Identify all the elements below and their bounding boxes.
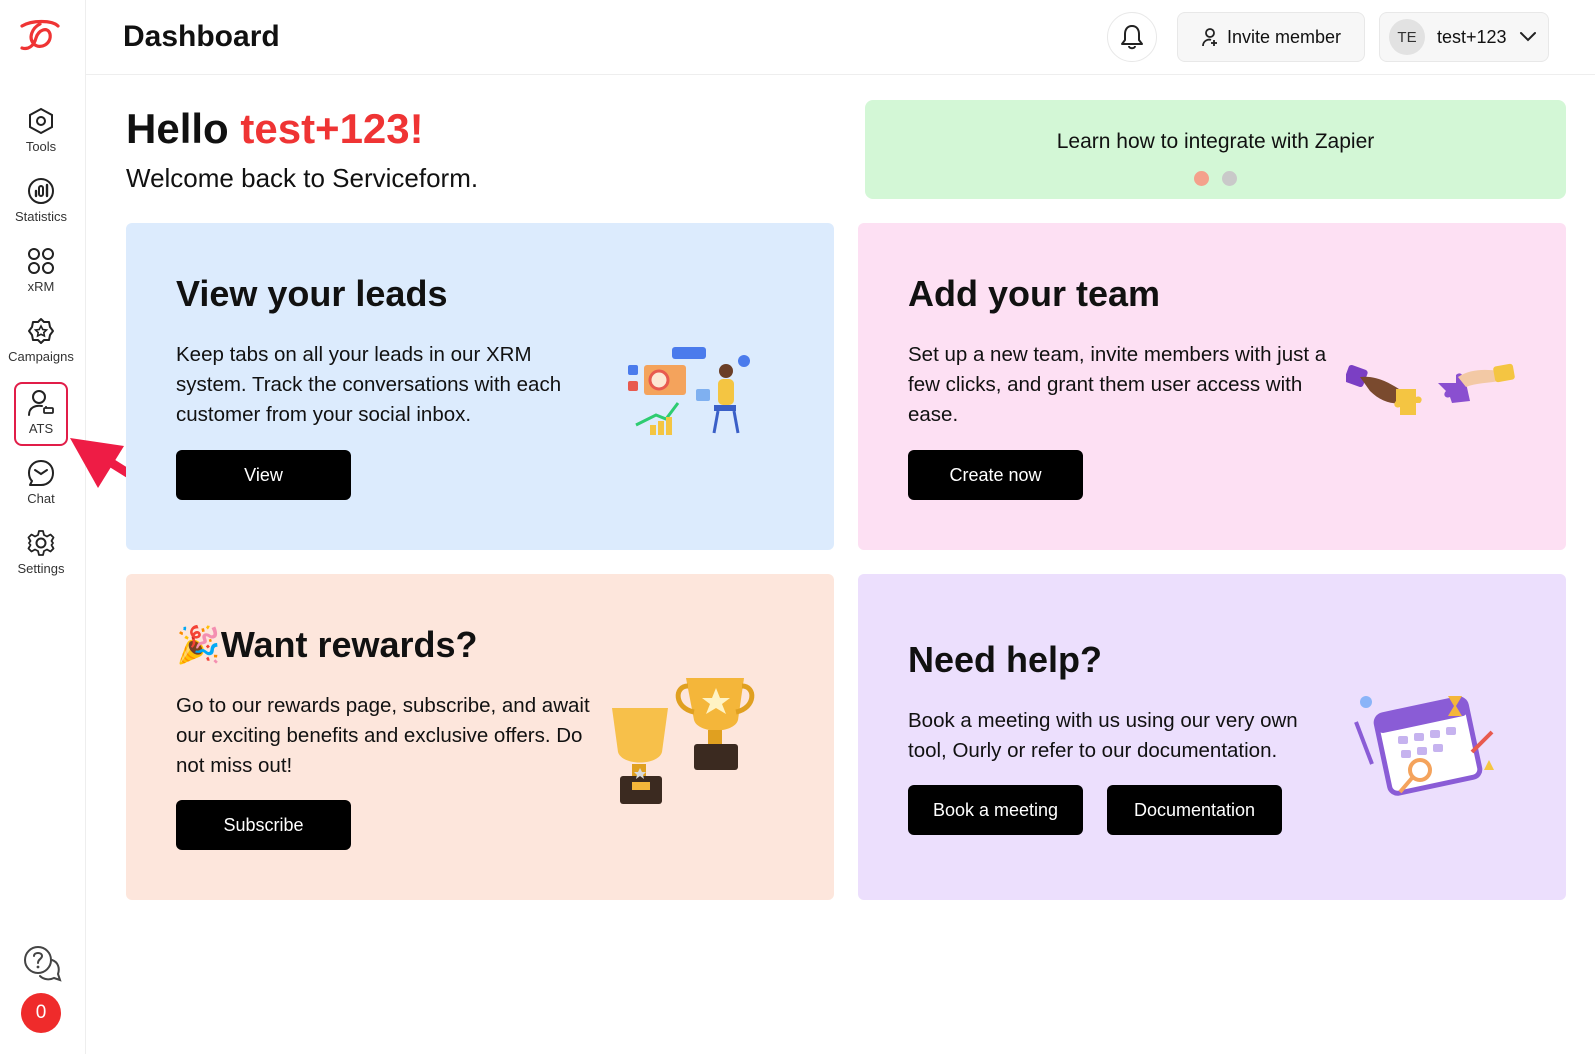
carousel-dot[interactable]	[1222, 171, 1237, 186]
xrm-grid-icon	[28, 248, 54, 274]
team-card: Add your team Set up a new team, invite …	[858, 223, 1566, 550]
documentation-button[interactable]: Documentation	[1107, 785, 1282, 835]
invite-member-label: Invite member	[1226, 26, 1342, 47]
sidebar-item-statistics[interactable]: Statistics	[14, 170, 68, 232]
sidebar-item-label: Settings	[17, 561, 65, 576]
view-leads-button[interactable]: View	[176, 450, 351, 500]
ats-user-icon	[28, 390, 54, 416]
sidebar-item-label: Chat	[27, 491, 55, 506]
create-team-button[interactable]: Create now	[908, 450, 1083, 500]
chat-icon	[28, 460, 54, 486]
notification-count-badge[interactable]: 0	[21, 993, 61, 1033]
rewards-card: 🎉Want rewards? Go to our rewards page, s…	[126, 574, 834, 900]
carousel-dot-active[interactable]	[1194, 171, 1209, 186]
team-puzzle-illustration	[1346, 363, 1515, 415]
chevron-down-icon	[1519, 32, 1536, 42]
sidebar-item-label: ATS	[28, 421, 54, 436]
user-menu-button[interactable]: TE test+123	[1379, 12, 1549, 62]
trophies-illustration	[612, 678, 755, 804]
card-text: Book a meeting with us using our very ow…	[908, 709, 1298, 762]
sidebar-item-label: Campaigns	[8, 349, 74, 364]
book-meeting-button[interactable]: Book a meeting	[908, 785, 1083, 835]
banner-text: Learn how to integrate with Zapier	[1056, 130, 1375, 153]
leads-illustration	[628, 347, 750, 435]
zapier-banner[interactable]: Learn how to integrate with Zapier	[865, 100, 1566, 199]
bell-icon	[1121, 25, 1143, 50]
top-bar: Dashboard	[86, 0, 1595, 75]
avatar: TE	[1389, 19, 1425, 55]
greeting-hello: Hello	[126, 105, 241, 152]
serviceform-logo[interactable]	[18, 18, 64, 54]
help-card: Need help? Book a meeting with us using …	[858, 574, 1566, 900]
sidebar-item-label: Tools	[25, 139, 57, 154]
sidebar-item-label: xRM	[27, 279, 55, 294]
card-title: 🎉Want rewards?	[176, 624, 478, 666]
card-text: Go to our rewards page, subscribe, and a…	[176, 694, 590, 777]
notifications-button[interactable]	[1107, 12, 1157, 62]
help-chat-icon[interactable]	[22, 944, 62, 984]
greeting-user: test+123!	[240, 105, 424, 152]
card-title: Need help?	[908, 639, 1103, 680]
card-title-text: Want rewards?	[220, 624, 478, 665]
greeting-heading: Hello test+123!	[126, 105, 424, 153]
calendar-illustration	[1354, 696, 1494, 796]
page-title: Dashboard	[123, 20, 280, 53]
campaigns-icon	[28, 318, 54, 344]
card-text: Set up a new team, invite members with j…	[908, 343, 1327, 426]
sidebar-item-settings[interactable]: Settings	[14, 522, 68, 584]
invite-member-button[interactable]: Invite member	[1177, 12, 1365, 62]
add-user-icon	[1202, 28, 1217, 47]
sidebar-item-ats[interactable]: ATS	[14, 382, 68, 446]
sidebar-item-campaigns[interactable]: Campaigns	[8, 310, 74, 372]
sidebar-item-tools[interactable]: Tools	[14, 100, 68, 162]
card-title: View your leads	[176, 273, 448, 314]
sidebar-item-xrm[interactable]: xRM	[14, 240, 68, 302]
statistics-icon	[28, 178, 54, 204]
card-text: Keep tabs on all your leads in our XRM s…	[176, 343, 562, 426]
sidebar-item-label: Statistics	[14, 209, 67, 224]
user-name: test+123	[1437, 26, 1507, 47]
tools-icon	[29, 107, 53, 135]
card-title: Add your team	[908, 273, 1161, 314]
subscribe-button[interactable]: Subscribe	[176, 800, 351, 850]
leads-card: View your leads Keep tabs on all your le…	[126, 223, 834, 550]
welcome-text: Welcome back to Serviceform.	[126, 163, 479, 193]
sidebar-item-chat[interactable]: Chat	[14, 452, 68, 514]
gear-icon	[27, 530, 55, 556]
party-popper-icon: 🎉	[176, 624, 221, 665]
